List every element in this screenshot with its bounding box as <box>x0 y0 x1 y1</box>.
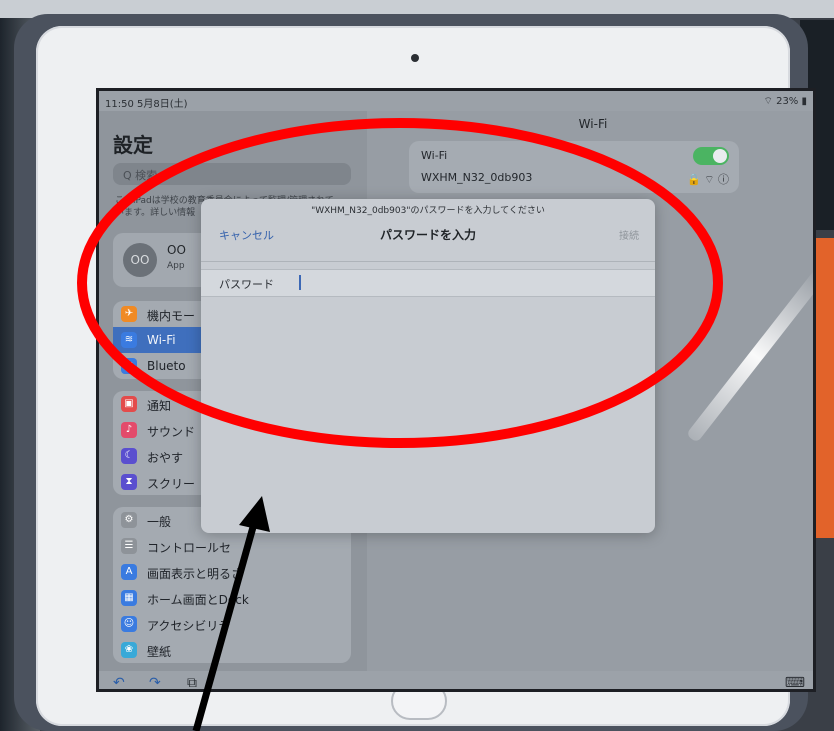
page-title: 設定 <box>113 133 153 157</box>
sidebar-item-wallpaper[interactable]: ❀ 壁紙 <box>113 637 351 663</box>
tablet-case: 11:50 5月8日(土) ⌔ 23% ▮ 設定 Q 検索 このiPadは学校の… <box>14 14 816 731</box>
wifi-icon: ≋ <box>121 332 137 348</box>
sidebar-item-label: 機内モー <box>147 309 196 323</box>
wifi-toggle[interactable] <box>693 147 729 165</box>
tablet-bezel: 11:50 5月8日(土) ⌔ 23% ▮ 設定 Q 検索 このiPadは学校の… <box>36 26 816 726</box>
dialog-divider <box>201 261 655 262</box>
dialog-prompt: "WXHM_N32_0db903"のパスワードを入力してください <box>311 206 545 216</box>
password-label: パスワード <box>219 278 274 291</box>
airplane-icon: ✈ <box>121 306 137 322</box>
control-center-icon: ☰ <box>121 538 137 554</box>
sidebar-item-label: 画面表示と明るさ <box>147 567 244 581</box>
toggle-knob <box>713 149 727 163</box>
bluetooth-icon: ✱ <box>121 358 137 374</box>
status-battery: ⌔ 23% ▮ <box>763 96 807 107</box>
sidebar-item-label: アクセシビリテ <box>147 619 231 633</box>
keyboard-icon[interactable]: ⌨ <box>785 675 805 689</box>
wifi-card: Wi-Fi WXHM_N32_0db903 🔒 ⌔ ⓘ <box>409 141 739 193</box>
detail-title: Wi-Fi <box>578 117 608 131</box>
search-input[interactable]: Q 検索 <box>113 163 351 185</box>
tablet-screen: 11:50 5月8日(土) ⌔ 23% ▮ 設定 Q 検索 このiPadは学校の… <box>96 88 816 692</box>
bottom-toolbar: ↶ ↷ ⧉ ⌨ <box>99 671 813 689</box>
moon-icon: ☾ <box>121 448 137 464</box>
sidebar-item-control-center[interactable]: ☰ コントロールセ <box>113 533 351 559</box>
profile-name: OO <box>167 243 186 257</box>
sidebar-item-label: 通知 <box>147 399 172 413</box>
sidebar-item-label: コントロールセ <box>147 541 232 555</box>
sidebar-item-label: 壁紙 <box>147 645 172 659</box>
display-icon: A <box>121 564 137 580</box>
sidebar-item-accessibility[interactable]: ☺ アクセシビリテ <box>113 611 351 637</box>
sidebar-item-home-screen[interactable]: ▦ ホーム画面とDock <box>113 585 351 611</box>
wallpaper-icon: ❀ <box>121 642 137 658</box>
accessibility-icon: ☺ <box>121 616 137 632</box>
join-button[interactable]: 接続 <box>619 227 639 242</box>
dialog-title: パスワードを入力 <box>379 228 476 242</box>
status-bar: 11:50 5月8日(土) ⌔ 23% ▮ <box>99 91 813 111</box>
redo-icon[interactable]: ↷ <box>149 675 161 689</box>
profile-sub: App <box>167 261 185 271</box>
undo-icon[interactable]: ↶ <box>113 675 125 689</box>
notifications-icon: ▣ <box>121 396 137 412</box>
sidebar-item-label: 一般 <box>147 515 172 529</box>
sidebar-item-label: ホーム画面とDock <box>147 593 249 607</box>
password-field[interactable] <box>301 273 601 293</box>
sidebar-item-label: Blueto <box>147 359 186 373</box>
wifi-label: Wi-Fi <box>421 149 448 162</box>
status-time: 11:50 5月8日(土) <box>105 99 188 110</box>
sidebar-item-display[interactable]: A 画面表示と明るさ <box>113 559 351 585</box>
camera-icon <box>411 54 419 62</box>
sidebar-item-label: スクリー <box>147 477 196 491</box>
sidebar-item-label: おやす <box>147 451 184 465</box>
home-screen-icon: ▦ <box>121 590 137 606</box>
network-indicators[interactable]: 🔒 ⌔ ⓘ <box>687 171 729 187</box>
gear-icon: ⚙ <box>121 512 137 528</box>
network-name[interactable]: WXHM_N32_0db903 <box>421 171 532 184</box>
sidebar-item-label: サウンド <box>147 425 196 439</box>
password-row: パスワード <box>201 269 655 297</box>
sidebar-item-label: Wi-Fi <box>147 333 176 347</box>
password-dialog: "WXHM_N32_0db903"のパスワードを入力してください キャンセル パ… <box>201 199 655 533</box>
sound-icon: ♪ <box>121 422 137 438</box>
hourglass-icon: ⧗ <box>121 474 137 490</box>
avatar: OO <box>123 243 157 277</box>
battery-percent: 23% <box>776 96 799 107</box>
clipboard-icon[interactable]: ⧉ <box>187 675 197 689</box>
